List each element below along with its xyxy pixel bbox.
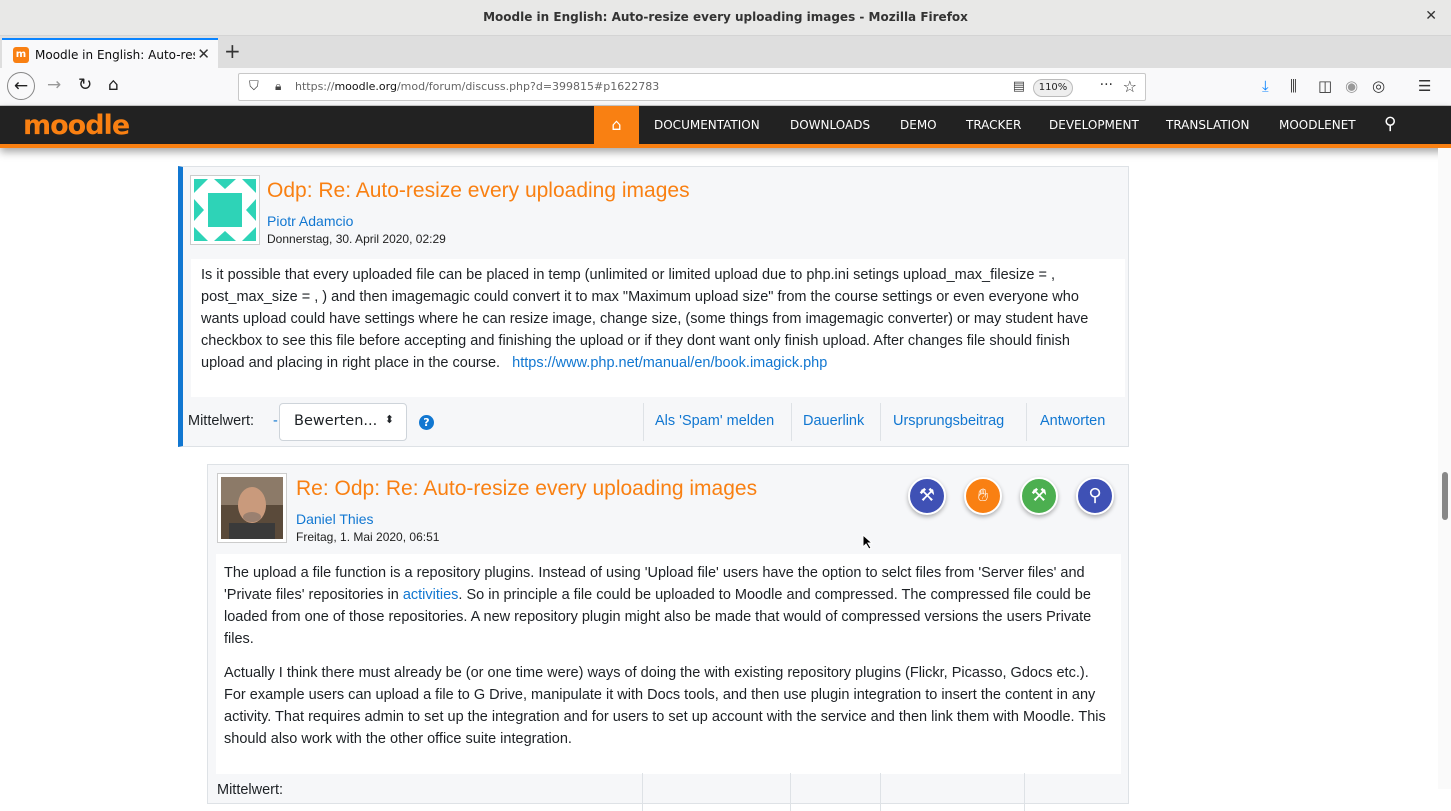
hammer-green-icon[interactable]: ⚒ xyxy=(1020,477,1058,515)
post-content: Is it possible that every uploaded file … xyxy=(191,259,1125,397)
divider xyxy=(790,773,791,811)
page-scrollbar[interactable] xyxy=(1438,148,1451,789)
home-icon[interactable]: ⌂ xyxy=(108,75,119,95)
zoom-level[interactable]: 110% xyxy=(1033,79,1073,97)
post-date: Freitag, 1. Mai 2020, 06:51 xyxy=(296,530,440,544)
mouse-cursor-icon xyxy=(862,534,874,550)
tab-label: Moodle in English: Auto-resize every upl… xyxy=(35,48,195,62)
rating-label: Mittelwert: xyxy=(188,413,255,429)
post-paragraph: Actually I think there must already be (… xyxy=(224,665,1106,747)
rating-select-value: Bewerten... xyxy=(294,413,378,429)
forum-post: Odp: Re: Auto-resize every uploading ima… xyxy=(178,166,1129,447)
window-close-icon[interactable]: ✕ xyxy=(1425,8,1437,24)
post-body-link[interactable]: https://www.php.net/manual/en/book.imagi… xyxy=(512,355,827,371)
reader-view-icon[interactable]: ▤ xyxy=(1013,79,1025,94)
post-author[interactable]: Piotr Adamcio xyxy=(267,213,353,229)
extension-icon[interactable]: ◉ xyxy=(1345,77,1358,95)
browser-tab[interactable]: m Moodle in English: Auto-resize every u… xyxy=(2,38,218,68)
activities-link[interactable]: activities xyxy=(403,587,459,603)
divider xyxy=(642,773,643,811)
back-button-icon[interactable]: ← xyxy=(7,72,35,100)
window-titlebar: Moodle in English: Auto-resize every upl… xyxy=(0,0,1451,36)
select-arrows-icon: ⬍ xyxy=(384,413,394,426)
divider xyxy=(880,403,881,441)
window-title: Moodle in English: Auto-resize every upl… xyxy=(483,10,968,24)
rating-average: - xyxy=(273,413,278,429)
post-paragraph: The upload a file function is a reposito… xyxy=(224,565,1092,647)
avatar[interactable] xyxy=(217,473,287,543)
tab-bar: m Moodle in English: Auto-resize every u… xyxy=(0,36,1451,68)
user-search-icon[interactable]: ⚲ xyxy=(1076,477,1114,515)
divider xyxy=(1026,403,1027,441)
nav-development[interactable]: DEVELOPMENT xyxy=(1049,118,1139,132)
identicon-avatar-icon xyxy=(194,179,256,241)
divider xyxy=(791,403,792,441)
url-text[interactable]: https://moodle.org/mod/forum/discuss.php… xyxy=(295,80,659,93)
divider xyxy=(643,403,644,441)
menu-icon[interactable]: ☰ xyxy=(1418,77,1431,95)
parent-post-link[interactable]: Ursprungsbeitrag xyxy=(893,413,1004,429)
scrollbar-thumb[interactable] xyxy=(1442,472,1448,520)
post-author[interactable]: Daniel Thies xyxy=(296,511,374,527)
search-icon[interactable]: ⚲ xyxy=(1384,114,1396,134)
reply-link[interactable]: Antworten xyxy=(1040,413,1105,429)
url-bar[interactable]: ⛉ 🔒︎ https://moodle.org/mod/forum/discus… xyxy=(238,73,1146,101)
user-photo-icon xyxy=(221,477,283,539)
nav-translation[interactable]: TRANSLATION xyxy=(1166,118,1250,132)
page-actions-icon[interactable]: ··· xyxy=(1100,77,1113,93)
reload-icon[interactable]: ↻ xyxy=(78,75,92,95)
navigation-toolbar: ← → ↻ ⌂ ⛉ 🔒︎ https://moodle.org/mod/foru… xyxy=(0,68,1451,106)
account-icon[interactable]: ◎ xyxy=(1372,77,1385,95)
help-icon[interactable]: ? xyxy=(419,415,434,430)
divider xyxy=(1024,773,1025,811)
lock-icon[interactable]: 🔒︎ xyxy=(275,79,281,94)
post-date: Donnerstag, 30. April 2020, 02:29 xyxy=(267,232,446,246)
forward-button-icon[interactable]: → xyxy=(47,75,61,95)
moodle-logo[interactable]: moodle xyxy=(23,110,130,141)
avatar[interactable] xyxy=(190,175,260,245)
moodle-header: moodle ⌂ DOCUMENTATION DOWNLOADS DEMO TR… xyxy=(0,106,1451,148)
bookmark-star-icon[interactable]: ☆ xyxy=(1123,77,1137,96)
library-icon[interactable]: ⫼ xyxy=(1290,77,1297,95)
permalink-link[interactable]: Dauerlink xyxy=(803,413,864,429)
new-tab-icon[interactable]: + xyxy=(224,39,241,63)
nav-documentation[interactable]: DOCUMENTATION xyxy=(654,118,760,132)
post-content: The upload a file function is a reposito… xyxy=(216,554,1121,774)
divider xyxy=(880,773,881,811)
rating-select[interactable]: Bewerten... ⬍ xyxy=(279,403,407,441)
forum-post: Re: Odp: Re: Auto-resize every uploading… xyxy=(207,464,1129,811)
tab-close-icon[interactable]: ✕ xyxy=(197,45,210,63)
nav-demo[interactable]: DEMO xyxy=(900,118,937,132)
moodle-favicon-icon: m xyxy=(13,47,29,63)
report-spam-link[interactable]: Als 'Spam' melden xyxy=(655,413,774,429)
post-title: Odp: Re: Auto-resize every uploading ima… xyxy=(267,179,690,202)
nav-downloads[interactable]: DOWNLOADS xyxy=(790,118,870,132)
hammer-icon[interactable]: ⚒ xyxy=(908,477,946,515)
downloads-icon[interactable]: ⤓ xyxy=(1262,77,1269,95)
rating-label: Mittelwert: xyxy=(217,782,284,798)
home-nav-icon[interactable]: ⌂ xyxy=(594,106,639,144)
post-title: Re: Odp: Re: Auto-resize every uploading… xyxy=(296,477,758,500)
nav-tracker[interactable]: TRACKER xyxy=(966,118,1021,132)
tracking-protection-icon[interactable]: ⛉ xyxy=(249,79,259,94)
sidebar-icon[interactable]: ◫ xyxy=(1318,77,1332,95)
nav-moodlenet[interactable]: MOODLENET xyxy=(1279,118,1356,132)
hand-icon[interactable]: ✋︎ xyxy=(964,477,1002,515)
